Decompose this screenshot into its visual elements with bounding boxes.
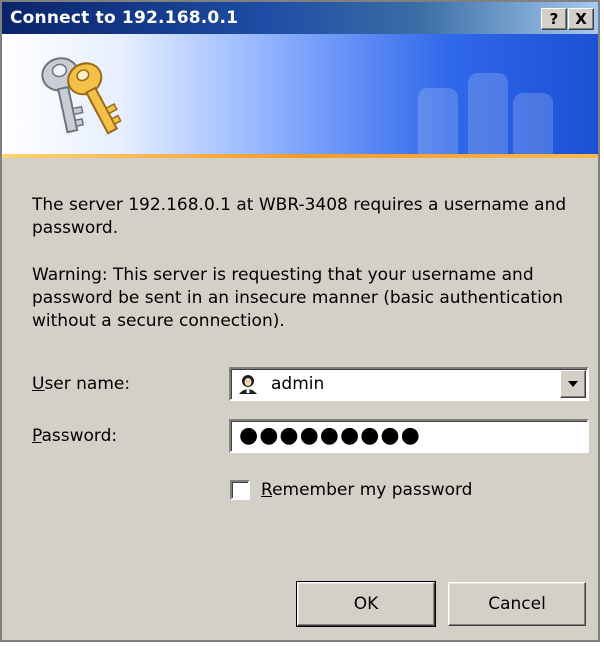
remember-password-label[interactable]: Remember my password [261,480,472,500]
password-label-accelerator: P [32,426,42,446]
banner-accent-line [2,154,598,158]
security-warning: Warning: This server is requesting that … [32,265,563,331]
keys-icon [41,57,122,135]
close-icon: X [575,10,587,28]
username-label-text: ser name: [44,374,131,394]
remember-password-checkbox[interactable] [230,480,250,500]
username-label-accelerator: U [32,374,45,394]
username-label: User name: [32,374,130,394]
help-icon: ? [549,10,559,28]
username-combobox[interactable]: admin [229,367,589,401]
remember-label-accelerator: R [261,480,273,500]
username-dropdown-button[interactable] [560,370,586,398]
chevron-down-icon [568,381,578,387]
dialog-banner [2,34,598,154]
password-label: Password: [32,426,117,446]
username-value: admin [271,374,325,394]
ok-button[interactable]: OK [296,581,436,627]
remember-label-text: emember my password [272,480,473,500]
window-title: Connect to 192.168.0.1 [10,8,239,28]
server-message: The server 192.168.0.1 at WBR-3408 requi… [32,195,567,238]
cancel-button[interactable]: Cancel [448,582,586,626]
login-dialog: Connect to 192.168.0.1 ? X The server 19… [0,0,600,642]
user-icon [239,375,257,394]
close-button[interactable]: X [568,8,594,30]
help-button[interactable]: ? [541,8,567,30]
password-label-text: assword: [41,426,118,446]
password-field[interactable]: ●●●●●●●●● [229,419,589,453]
title-bar[interactable]: Connect to 192.168.0.1 ? X [2,2,598,34]
keys-watermark-icon [418,73,553,154]
